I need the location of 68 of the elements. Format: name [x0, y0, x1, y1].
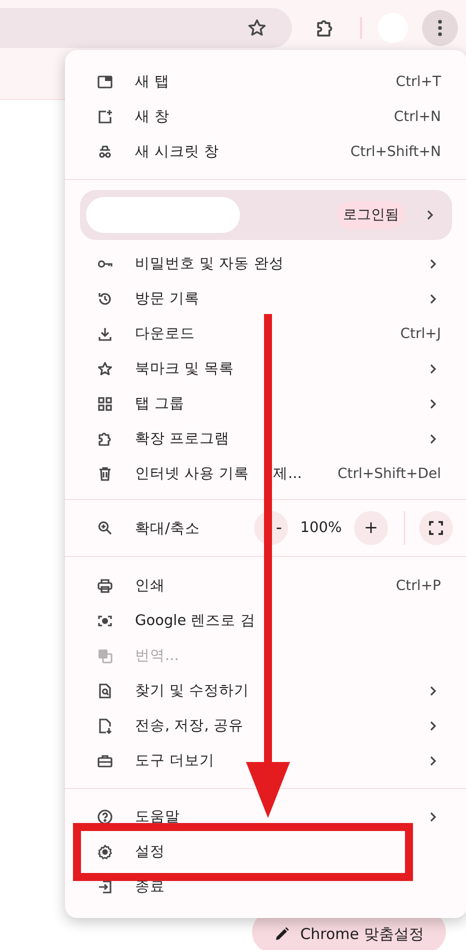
pencil-icon [274, 926, 290, 942]
menu-item-label: 다운로드 [135, 325, 196, 343]
menu-item-label: 찾기 및 수정하기 [135, 682, 250, 700]
menu-item-label: 방문 기록 [135, 290, 201, 308]
exit-icon [97, 878, 113, 894]
menu-item-label: 확대/축소 [135, 520, 201, 538]
menu-item[interactable]: 찾기 및 수정하기 [65, 673, 466, 708]
menu-item[interactable]: 인쇄 Ctrl+P [65, 568, 466, 603]
menu-item-label: 도구 더보기 [135, 752, 216, 770]
download-icon [97, 326, 113, 342]
menu-item-label: 번역... [135, 647, 180, 665]
shortcut-label: Ctrl+N [394, 108, 441, 124]
menu-item[interactable]: 인터넷 사용 기록 제... Ctrl+Shift+Del [65, 456, 466, 491]
menu-item[interactable]: 설정 [65, 834, 466, 869]
zoom-icon [97, 520, 113, 536]
menu-item[interactable]: 확장 프로그램 [65, 421, 466, 456]
toolbox-icon [97, 752, 113, 768]
shortcut-label: Ctrl+J [400, 326, 441, 342]
fullscreen-icon[interactable] [419, 511, 453, 545]
menu-item[interactable]: 방문 기록 [65, 281, 466, 316]
page-download-icon [97, 718, 113, 734]
help-icon [97, 808, 113, 824]
menu-item-label: 비밀번호 및 자동 완성 [135, 255, 285, 273]
find-page-icon [97, 682, 113, 698]
menu-item[interactable]: 새 시크릿 창 Ctrl+Shift+N [65, 134, 466, 169]
translate-icon [97, 648, 113, 664]
zoom-in-button[interactable]: + [354, 511, 388, 545]
menu-item-label: 인터넷 사용 기록 [135, 465, 250, 483]
menu-item-label: 확장 프로그램 [135, 430, 231, 448]
new-window-icon [97, 108, 113, 124]
menu-item[interactable]: 전송, 저장, 공유 [65, 708, 466, 743]
puzzle-icon [97, 430, 113, 446]
history-icon [97, 290, 113, 306]
shortcut-label: Ctrl+P [396, 578, 441, 594]
menu-item[interactable]: 북마크 및 목록 [65, 351, 466, 386]
shortcut-label: Ctrl+Shift+N [350, 144, 441, 160]
menu-item[interactable]: 다운로드 Ctrl+J [65, 316, 466, 351]
incognito-icon [97, 144, 113, 160]
grid-icon [97, 396, 113, 412]
menu-item-label: 제... [273, 465, 303, 483]
menu-item-label: 전송, 저장, 공유 [135, 717, 244, 735]
menu-item[interactable]: 도구 더보기 [65, 743, 466, 778]
menu-item[interactable]: 비밀번호 및 자동 완성 [65, 246, 466, 281]
zoom-level: 100% [299, 520, 343, 536]
shortcut-label: Ctrl+Shift+Del [338, 466, 441, 482]
menu-item-label: 새 창 [135, 108, 171, 126]
menu-item-label: 도움말 [135, 808, 181, 826]
menu-item-label: Google 렌즈로 검 [135, 612, 256, 630]
tab-icon [97, 74, 113, 90]
menu-item[interactable]: 탭 그룹 [65, 386, 466, 421]
menu-item-label: 새 탭 [135, 73, 171, 91]
gear-icon [97, 844, 113, 860]
menu-item[interactable]: 새 창 Ctrl+N [65, 99, 466, 134]
menu-icon[interactable] [422, 10, 458, 46]
signed-in-badge: 로그인됨 [337, 201, 405, 229]
menu-item-label: 새 시크릿 창 [135, 143, 220, 161]
profile-row[interactable]: 로그인됨 [80, 190, 452, 240]
menu-item-label: 북마크 및 목록 [135, 360, 236, 378]
menu-item-label: 인쇄 [135, 577, 166, 595]
shortcut-label: Ctrl+T [396, 74, 441, 90]
trash-icon [97, 466, 113, 482]
lens-icon [97, 612, 113, 628]
menu-item-label: 탭 그룹 [135, 395, 186, 413]
printer-icon [97, 578, 113, 594]
menu-item-label: 설정 [135, 843, 166, 861]
star-icon [97, 360, 113, 376]
menu-item[interactable]: Google 렌즈로 검 [65, 603, 466, 638]
chevron-icon [425, 209, 435, 221]
